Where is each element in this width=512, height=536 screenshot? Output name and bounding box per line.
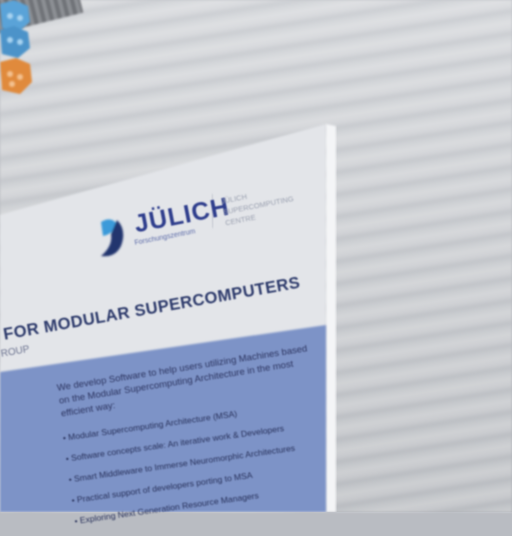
wall-shading bbox=[0, 0, 512, 512]
